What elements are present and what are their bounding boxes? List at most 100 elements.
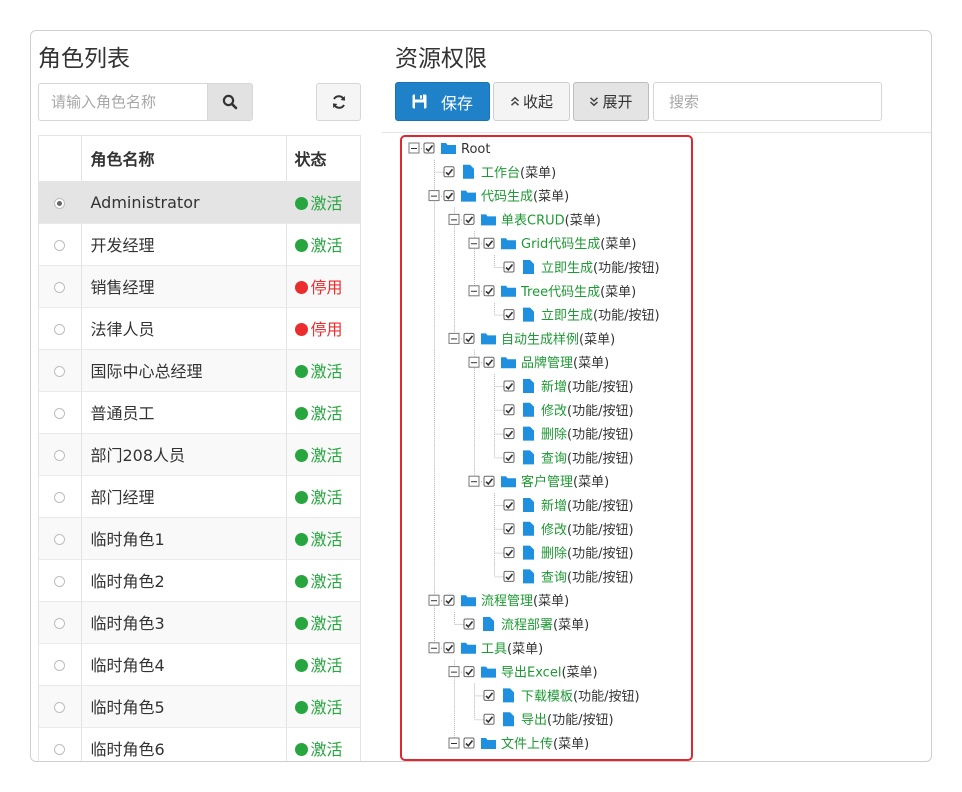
tree-node[interactable]: 品牌管理(菜单) (434, 350, 610, 375)
checkbox-checked-icon[interactable] (463, 213, 475, 225)
role-radio-cell[interactable] (39, 433, 82, 476)
role-radio[interactable] (54, 659, 66, 671)
tree-node[interactable]: 工作台(菜单) (434, 159, 557, 184)
tree-toggle-icon[interactable] (448, 213, 460, 225)
role-radio[interactable] (54, 491, 66, 503)
tree-node[interactable]: Root (408, 142, 490, 157)
tree-node[interactable]: 客户管理(菜单) (434, 469, 610, 494)
save-button[interactable]: 保存 (395, 82, 490, 121)
tree-node[interactable]: 修改(功能/按钮) (434, 516, 634, 541)
tree-node[interactable]: 删除(功能/按钮) (434, 421, 634, 446)
role-radio[interactable] (54, 701, 66, 713)
role-radio[interactable] (54, 239, 66, 251)
tree-node-label[interactable]: 流程部署(菜单) (501, 618, 589, 633)
role-radio-cell[interactable] (39, 643, 82, 686)
tree-node-label[interactable]: 修改(功能/按钮) (541, 404, 634, 419)
tree-node-label[interactable]: 删除(功能/按钮) (541, 547, 634, 562)
tree-node-label[interactable]: 代码生成(菜单) (481, 190, 569, 205)
checkbox-checked-icon[interactable] (503, 404, 515, 416)
role-radio[interactable] (54, 197, 66, 209)
tree-node[interactable]: 流程管理(菜单) (428, 588, 569, 613)
tree-node[interactable]: 工具(菜单) (428, 635, 543, 657)
checkbox-checked-icon[interactable] (463, 332, 475, 344)
role-radio-cell[interactable] (39, 559, 82, 602)
role-row[interactable]: 开发经理 激活 (39, 223, 360, 266)
tree-node[interactable]: 新增(功能/按钮) (434, 493, 634, 517)
role-radio-cell[interactable] (39, 181, 82, 224)
role-radio-cell[interactable] (39, 349, 82, 392)
tree-node[interactable]: 自动生成样例(菜单) (434, 326, 616, 351)
role-radio[interactable] (54, 323, 66, 335)
tree-node[interactable]: 立即生成(功能/按钮) (434, 255, 660, 279)
checkbox-checked-icon[interactable] (503, 547, 515, 559)
refresh-button[interactable] (316, 83, 361, 121)
tree-node-label[interactable]: 查询(功能/按钮) (541, 570, 634, 585)
role-radio[interactable] (54, 575, 66, 587)
tree-node-label[interactable]: 工具(菜单) (481, 642, 543, 657)
tree-node[interactable]: 文件上传(菜单) (448, 731, 589, 752)
tree-node-label[interactable]: 单表CRUD(菜单) (501, 213, 601, 228)
checkbox-checked-icon[interactable] (503, 380, 515, 392)
collapse-all-button[interactable]: 收起 (493, 82, 570, 121)
tree-node[interactable]: 删除(功能/按钮) (434, 540, 634, 565)
tree-node[interactable]: 导出Excel(菜单) (448, 659, 598, 684)
tree-node-label[interactable]: 客户管理(菜单) (521, 474, 609, 490)
checkbox-checked-icon[interactable] (463, 618, 475, 630)
role-radio[interactable] (54, 281, 66, 293)
role-radio[interactable] (54, 407, 66, 419)
checkbox-checked-icon[interactable] (443, 190, 455, 202)
role-row[interactable]: 临时角色4 激活 (39, 643, 360, 686)
tree-node[interactable]: Tree代码生成(菜单) (434, 278, 637, 303)
role-row[interactable]: 部门经理 激活 (39, 475, 360, 518)
role-radio-cell[interactable] (39, 601, 82, 644)
tree-node-label[interactable]: 下载模板(功能/按钮) (521, 689, 640, 704)
role-row[interactable]: 普通员工 激活 (39, 391, 360, 434)
tree-node-label[interactable]: 工作台(菜单) (481, 166, 556, 181)
role-search-button[interactable] (207, 83, 253, 121)
checkbox-checked-icon[interactable] (503, 451, 515, 463)
role-radio-cell[interactable] (39, 517, 82, 560)
checkbox-checked-icon[interactable] (443, 642, 455, 654)
tree-node-label[interactable]: Root (461, 142, 490, 157)
tree-node-label[interactable]: 查询(功能/按钮) (541, 451, 634, 466)
role-radio[interactable] (54, 365, 66, 377)
role-radio[interactable] (54, 449, 66, 461)
checkbox-checked-icon[interactable] (503, 261, 515, 273)
expand-all-button[interactable]: 展开 (573, 82, 649, 121)
checkbox-checked-icon[interactable] (423, 142, 435, 154)
checkbox-checked-icon[interactable] (503, 570, 515, 582)
tree-node-label[interactable]: 新增(功能/按钮) (541, 498, 634, 514)
role-row[interactable]: Administrator 激活 (39, 181, 360, 224)
tree-node[interactable]: 流程部署(菜单) (434, 612, 590, 636)
role-search-input[interactable] (38, 83, 208, 121)
tree-node[interactable]: 导出(功能/按钮) (454, 707, 614, 732)
role-row[interactable]: 部门208人员 激活 (39, 433, 360, 476)
checkbox-checked-icon[interactable] (503, 428, 515, 440)
role-row[interactable]: 临时角色6 激活 (39, 727, 360, 761)
checkbox-checked-icon[interactable] (483, 356, 495, 368)
role-radio-cell[interactable] (39, 727, 82, 761)
role-row[interactable]: 临时角色3 激活 (39, 601, 360, 644)
role-radio-cell[interactable] (39, 223, 82, 266)
tree-node[interactable]: Grid代码生成(菜单) (434, 231, 637, 256)
role-row[interactable]: 法律人员 停用 (39, 307, 360, 350)
tree-node-label[interactable]: 新增(功能/按钮) (541, 379, 634, 395)
tree-node[interactable]: 修改(功能/按钮) (434, 397, 634, 422)
tree-node-label[interactable]: 立即生成(功能/按钮) (541, 261, 660, 276)
checkbox-checked-icon[interactable] (443, 166, 455, 178)
tree-node[interactable]: 立即生成(功能/按钮) (434, 302, 660, 327)
role-row[interactable]: 临时角色2 激活 (39, 559, 360, 602)
tree-node-label[interactable]: 品牌管理(菜单) (521, 355, 609, 371)
tree-node-label[interactable]: Grid代码生成(菜单) (521, 237, 636, 252)
tree-node-label[interactable]: Tree代码生成(菜单) (520, 285, 636, 300)
role-radio[interactable] (54, 617, 66, 629)
tree-node-label[interactable]: 流程管理(菜单) (481, 594, 569, 609)
tree-node-label[interactable]: 自动生成样例(菜单) (501, 332, 615, 347)
tree-node-label[interactable]: 导出Excel(菜单) (501, 666, 598, 681)
role-radio-cell[interactable] (39, 391, 82, 434)
checkbox-checked-icon[interactable] (503, 523, 515, 535)
tree-node[interactable]: 下载模板(功能/按钮) (454, 683, 640, 708)
resource-search-input[interactable] (653, 82, 882, 121)
role-row[interactable]: 临时角色1 激活 (39, 517, 360, 560)
tree-node-label[interactable]: 导出(功能/按钮) (521, 713, 614, 728)
